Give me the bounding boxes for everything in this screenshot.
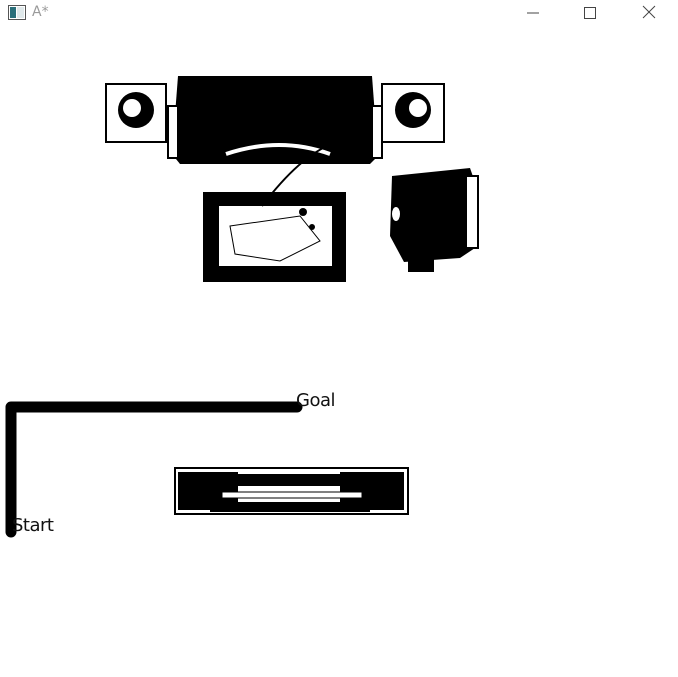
goal-label: Goal [296, 390, 336, 411]
armchair-obstacle [390, 168, 479, 272]
floor-plan-map [5, 76, 479, 538]
title-bar: A* [0, 0, 678, 26]
maximize-icon [584, 4, 596, 23]
coffee-table-obstacle [203, 143, 346, 282]
close-button[interactable] [620, 0, 678, 26]
minimize-icon [527, 4, 539, 23]
sofa-obstacle [105, 76, 445, 164]
tv-stand-obstacle [174, 467, 409, 515]
start-label: Start [12, 515, 54, 536]
minimize-button[interactable] [504, 0, 562, 26]
close-icon [642, 4, 656, 23]
map-canvas: Goal Start [0, 26, 678, 677]
app-window-icon [8, 5, 26, 20]
window-title: A* [32, 4, 49, 20]
maximize-button[interactable] [561, 0, 619, 26]
